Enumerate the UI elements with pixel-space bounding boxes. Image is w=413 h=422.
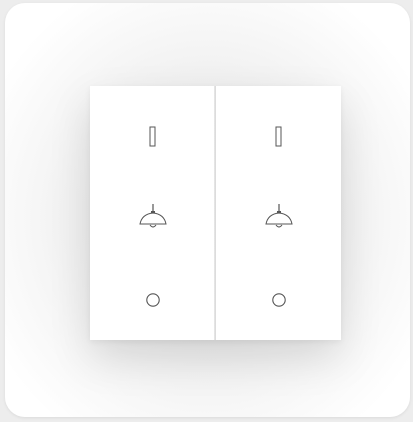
double-rocker-switch xyxy=(90,86,341,340)
right-rocker[interactable] xyxy=(216,86,341,340)
off-mark-icon xyxy=(271,292,287,312)
on-mark-icon xyxy=(275,126,283,152)
pendant-lamp-icon xyxy=(264,203,294,235)
left-rocker[interactable] xyxy=(90,86,215,340)
on-mark-icon xyxy=(149,126,157,152)
pendant-lamp-icon xyxy=(138,203,168,235)
off-mark-icon xyxy=(145,292,161,312)
switch-plate xyxy=(5,3,410,417)
